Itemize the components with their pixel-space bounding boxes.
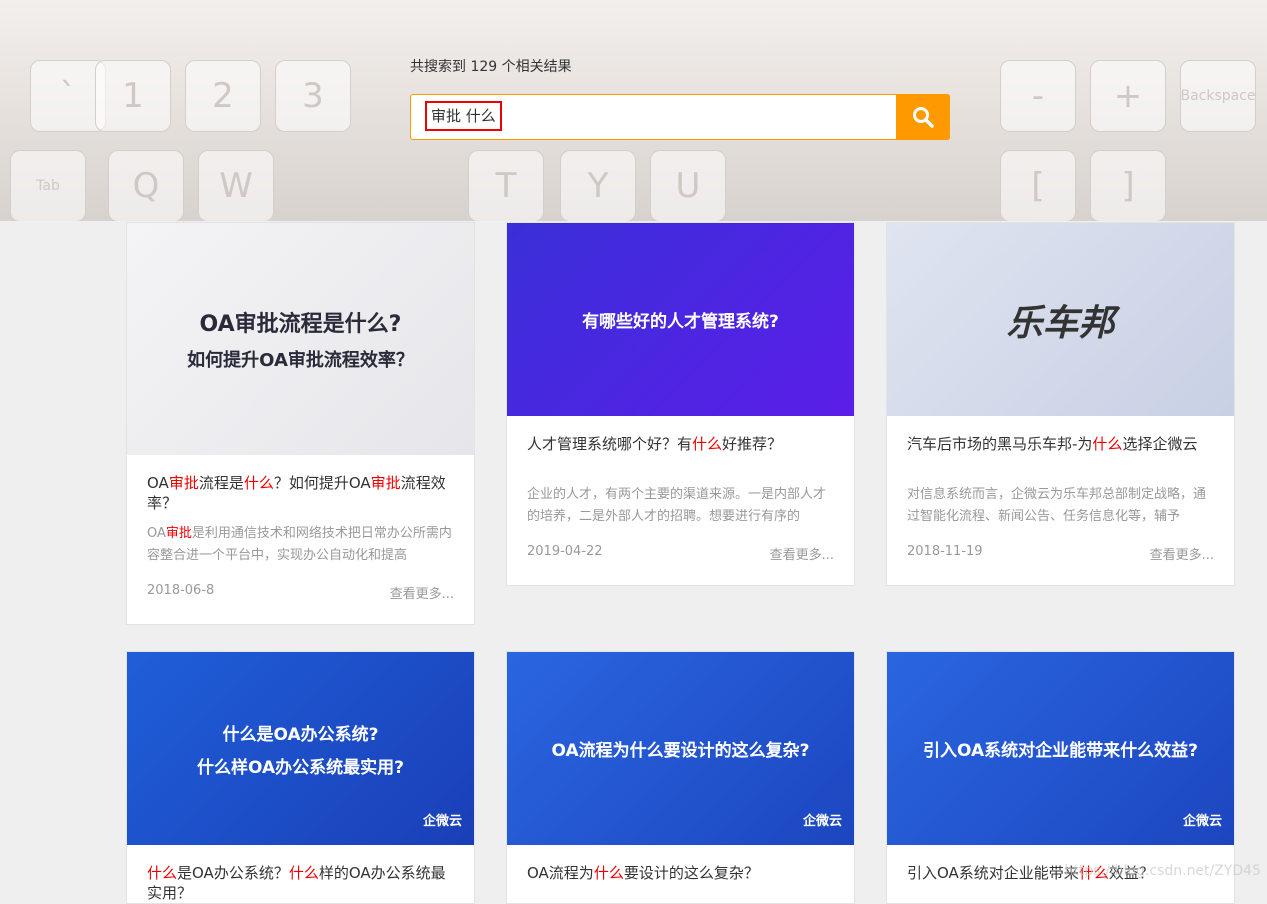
article-summary: OA审批是利用通信技术和网络技术把日常办公所需内容整合进一个平台中，实现办公自动…: [147, 523, 454, 567]
search-input[interactable]: 审批 什么: [425, 101, 502, 131]
summary-text: 对信息系统而言，企微云为乐车邦总部制定战略，通过智能化流程、新闻公告、任务信息化…: [907, 487, 1207, 524]
article-title[interactable]: OA审批流程是什么？如何提升OA审批流程效率？: [147, 473, 454, 513]
keyboard-key: Q: [108, 150, 184, 221]
highlighted-keyword: 什么: [593, 864, 624, 882]
keyboard-key: 3: [275, 60, 351, 132]
title-text: 流程是: [198, 474, 244, 492]
article-card[interactable]: 乐车邦 汽车后市场的黑马乐车邦-为什么选择企微云 对信息系统而言，企微云为乐车邦总部…: [886, 222, 1235, 586]
thumbnail-text: 企微云: [802, 814, 842, 829]
keyboard-key: Backspace: [1180, 60, 1256, 132]
keyboard-key: [: [1000, 150, 1076, 221]
article-thumbnail[interactable]: 什么是OA办公系统? 什么样OA办公系统最实用? 企微云: [127, 652, 474, 845]
keyboard-key: ]: [1090, 150, 1166, 221]
article-title[interactable]: 什么是OA办公系统？什么样的OA办公系统最实用？: [147, 863, 454, 903]
article-summary: 对信息系统而言，企微云为乐车邦总部制定战略，通过智能化流程、新闻公告、任务信息化…: [907, 484, 1214, 528]
title-text: OA流程为: [527, 864, 594, 882]
title-text: 好推荐？: [722, 435, 783, 453]
thumbnail-text: 企微云: [422, 814, 462, 829]
summary-text: OA: [147, 526, 166, 541]
article-title[interactable]: 汽车后市场的黑马乐车邦-为什么选择企微云: [907, 434, 1214, 474]
title-text: 选择企微云: [1122, 435, 1198, 453]
article-title[interactable]: 人才管理系统哪个好？有什么好推荐？: [527, 434, 834, 474]
title-text: 引入OA系统对企业能带来: [907, 864, 1079, 882]
article-title[interactable]: OA流程为什么要设计的这么复杂？: [527, 863, 834, 903]
thumbnail-text: 什么是OA办公系统?: [222, 724, 379, 745]
highlighted-keyword: 什么: [288, 864, 319, 882]
article-thumbnail[interactable]: OA流程为什么要设计的这么复杂? 企微云: [507, 652, 854, 845]
highlighted-keyword: 审批: [165, 526, 192, 541]
highlighted-keyword: 审批: [370, 474, 401, 492]
article-card[interactable]: 有哪些好的人才管理系统? 人才管理系统哪个好？有什么好推荐？ 企业的人才，有两个主要…: [506, 222, 855, 586]
read-more-link[interactable]: 查看更多...: [770, 544, 834, 563]
highlighted-keyword: 什么: [147, 864, 178, 882]
keyboard-key: +: [1090, 60, 1166, 132]
article-card[interactable]: OA审批流程是什么? 如何提升OA审批流程效率？ OA审批流程是什么？如何提升OA审…: [126, 222, 475, 625]
keyboard-key: U: [650, 150, 726, 221]
keyboard-key: -: [1000, 60, 1076, 132]
search-icon: [913, 107, 934, 128]
keyboard-key: 2: [185, 60, 261, 132]
keyboard-key: Y: [560, 150, 636, 221]
title-text: 人才管理系统哪个好？有: [527, 435, 693, 453]
article-date: 2019-04-22: [527, 544, 603, 559]
read-more-link[interactable]: 查看更多...: [1150, 544, 1214, 563]
keyboard-key: 1: [95, 60, 171, 132]
article-summary: 企业的人才，有两个主要的渠道来源。一是内部人才的培养，二是外部人才的招聘。想要进…: [527, 484, 834, 528]
thumbnail-text: 企微云: [1182, 814, 1222, 829]
search-bar[interactable]: 审批 什么: [410, 94, 950, 140]
result-count: 共搜索到 129 个相关结果: [410, 59, 572, 75]
keyboard-key: T: [468, 150, 544, 221]
article-thumbnail[interactable]: 有哪些好的人才管理系统?: [507, 223, 854, 416]
keyboard-key: Tab: [10, 150, 86, 221]
article-date: 2018-11-19: [907, 544, 983, 559]
thumbnail-text: OA审批流程是什么?: [199, 312, 402, 337]
thumbnail-text: OA流程为什么要设计的这么复杂?: [551, 741, 810, 761]
highlighted-keyword: 什么: [243, 474, 274, 492]
thumbnail-text: 什么样OA办公系统最实用?: [196, 757, 404, 778]
summary-text: 是利用通信技术和网络技术把日常办公所需内容整合进一个平台中，实现办公自动化和提高: [147, 526, 452, 563]
article-card[interactable]: 什么是OA办公系统? 什么样OA办公系统最实用? 企微云什么是OA办公系统？什么样的…: [126, 651, 475, 904]
title-text: ？如何提升OA: [273, 474, 371, 492]
thumbnail-text: 引入OA系统对企业能带来什么效益?: [922, 741, 1198, 761]
highlighted-keyword: 什么: [1092, 435, 1123, 453]
article-date: 2018-06-8: [147, 583, 215, 598]
title-text: 是OA办公系统？: [177, 864, 289, 882]
highlighted-keyword: 什么: [692, 435, 723, 453]
thumbnail-text: 乐车邦: [1006, 302, 1115, 344]
keyboard-key: W: [198, 150, 274, 221]
search-button[interactable]: [896, 94, 950, 140]
article-thumbnail[interactable]: OA审批流程是什么? 如何提升OA审批流程效率？: [127, 223, 474, 455]
read-more-link[interactable]: 查看更多...: [390, 583, 454, 602]
title-text: 要设计的这么复杂？: [623, 864, 759, 882]
summary-text: 企业的人才，有两个主要的渠道来源。一是内部人才的培养，二是外部人才的招聘。想要进…: [527, 487, 827, 524]
article-thumbnail[interactable]: 引入OA系统对企业能带来什么效益? 企微云: [887, 652, 1234, 845]
thumbnail-text: 如何提升OA审批流程效率？: [187, 350, 414, 371]
watermark: https://blog.csdn.net/ZYD45: [1064, 863, 1262, 879]
article-card[interactable]: OA流程为什么要设计的这么复杂? 企微云 OA流程为什么要设计的这么复杂？: [506, 651, 855, 904]
article-thumbnail[interactable]: 乐车邦: [887, 223, 1234, 416]
title-text: OA: [147, 474, 169, 492]
title-text: 汽车后市场的黑马乐车邦-为: [907, 435, 1093, 453]
thumbnail-text: 有哪些好的人才管理系统?: [582, 312, 779, 332]
highlighted-keyword: 审批: [168, 474, 199, 492]
